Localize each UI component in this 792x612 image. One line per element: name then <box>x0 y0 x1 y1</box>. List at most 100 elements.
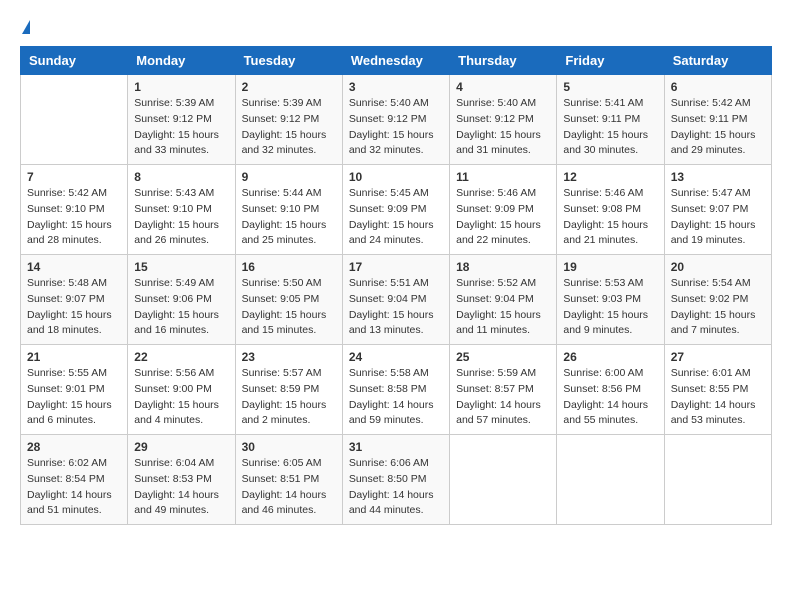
day-info: Sunrise: 5:42 AMSunset: 9:11 PMDaylight:… <box>671 96 765 159</box>
day-info: Sunrise: 5:46 AMSunset: 9:09 PMDaylight:… <box>456 186 550 249</box>
day-number: 23 <box>242 350 336 364</box>
day-number: 25 <box>456 350 550 364</box>
calendar-day-cell: 12 Sunrise: 5:46 AMSunset: 9:08 PMDayligh… <box>557 165 664 255</box>
day-info: Sunrise: 5:42 AMSunset: 9:10 PMDaylight:… <box>27 186 121 249</box>
day-info: Sunrise: 6:01 AMSunset: 8:55 PMDaylight:… <box>671 366 765 429</box>
calendar-day-cell: 27 Sunrise: 6:01 AMSunset: 8:55 PMDayligh… <box>664 345 771 435</box>
day-info: Sunrise: 6:05 AMSunset: 8:51 PMDaylight:… <box>242 456 336 519</box>
calendar-day-cell <box>664 435 771 525</box>
calendar-day-cell: 25 Sunrise: 5:59 AMSunset: 8:57 PMDayligh… <box>450 345 557 435</box>
day-info: Sunrise: 5:57 AMSunset: 8:59 PMDaylight:… <box>242 366 336 429</box>
calendar-day-cell: 19 Sunrise: 5:53 AMSunset: 9:03 PMDayligh… <box>557 255 664 345</box>
day-number: 26 <box>563 350 657 364</box>
day-info: Sunrise: 5:48 AMSunset: 9:07 PMDaylight:… <box>27 276 121 339</box>
calendar-day-cell: 3Sunrise: 5:40 AMSunset: 9:12 PMDaylight… <box>342 75 449 165</box>
calendar-day-cell: 10 Sunrise: 5:45 AMSunset: 9:09 PMDayligh… <box>342 165 449 255</box>
calendar-day-cell <box>557 435 664 525</box>
day-info: Sunrise: 5:51 AMSunset: 9:04 PMDaylight:… <box>349 276 443 339</box>
calendar-day-cell: 17 Sunrise: 5:51 AMSunset: 9:04 PMDayligh… <box>342 255 449 345</box>
calendar-day-cell: 8 Sunrise: 5:43 AMSunset: 9:10 PMDaylight… <box>128 165 235 255</box>
day-number: 1 <box>134 80 228 94</box>
calendar-day-cell: 31 Sunrise: 6:06 AMSunset: 8:50 PMDayligh… <box>342 435 449 525</box>
day-info: Sunrise: 5:50 AMSunset: 9:05 PMDaylight:… <box>242 276 336 339</box>
day-info: Sunrise: 5:45 AMSunset: 9:09 PMDaylight:… <box>349 186 443 249</box>
day-number: 14 <box>27 260 121 274</box>
logo-triangle-icon <box>22 20 30 34</box>
day-number: 27 <box>671 350 765 364</box>
calendar-body: 1 Sunrise: 5:39 AMSunset: 9:12 PMDaylight… <box>21 75 772 525</box>
day-number: 21 <box>27 350 121 364</box>
day-info: Sunrise: 5:43 AMSunset: 9:10 PMDaylight:… <box>134 186 228 249</box>
day-info: Sunrise: 5:47 AMSunset: 9:07 PMDaylight:… <box>671 186 765 249</box>
calendar-week-row: 1 Sunrise: 5:39 AMSunset: 9:12 PMDaylight… <box>21 75 772 165</box>
day-number: 8 <box>134 170 228 184</box>
calendar-day-cell <box>450 435 557 525</box>
calendar-header-cell: Thursday <box>450 47 557 75</box>
calendar-day-cell: 7 Sunrise: 5:42 AMSunset: 9:10 PMDaylight… <box>21 165 128 255</box>
day-number: 18 <box>456 260 550 274</box>
day-number: 3 <box>349 80 443 94</box>
day-info: Sunrise: 5:39 AMSunset: 9:12 PMDaylight:… <box>134 96 228 159</box>
calendar-header-cell: Tuesday <box>235 47 342 75</box>
calendar-day-cell: 5 Sunrise: 5:41 AMSunset: 9:11 PMDaylight… <box>557 75 664 165</box>
day-info: Sunrise: 5:41 AMSunset: 9:11 PMDaylight:… <box>563 96 657 159</box>
day-info: Sunrise: 5:59 AMSunset: 8:57 PMDaylight:… <box>456 366 550 429</box>
calendar-day-cell: 6 Sunrise: 5:42 AMSunset: 9:11 PMDaylight… <box>664 75 771 165</box>
day-number: 7 <box>27 170 121 184</box>
calendar-day-cell: 16 Sunrise: 5:50 AMSunset: 9:05 PMDayligh… <box>235 255 342 345</box>
calendar-day-cell: 23 Sunrise: 5:57 AMSunset: 8:59 PMDayligh… <box>235 345 342 435</box>
day-info: Sunrise: 5:55 AMSunset: 9:01 PMDaylight:… <box>27 366 121 429</box>
calendar-header-cell: Monday <box>128 47 235 75</box>
day-number: 6 <box>671 80 765 94</box>
day-number: 20 <box>671 260 765 274</box>
calendar-day-cell: 13 Sunrise: 5:47 AMSunset: 9:07 PMDayligh… <box>664 165 771 255</box>
day-number: 24 <box>349 350 443 364</box>
day-number: 10 <box>349 170 443 184</box>
calendar-week-row: 7 Sunrise: 5:42 AMSunset: 9:10 PMDaylight… <box>21 165 772 255</box>
day-info: Sunrise: 5:39 AMSunset: 9:12 PMDaylight:… <box>242 96 336 159</box>
calendar-day-cell: 9 Sunrise: 5:44 AMSunset: 9:10 PMDaylight… <box>235 165 342 255</box>
day-info: Sunrise: 5:46 AMSunset: 9:08 PMDaylight:… <box>563 186 657 249</box>
day-info: Sunrise: 5:53 AMSunset: 9:03 PMDaylight:… <box>563 276 657 339</box>
calendar-day-cell: 29 Sunrise: 6:04 AMSunset: 8:53 PMDayligh… <box>128 435 235 525</box>
day-number: 4 <box>456 80 550 94</box>
calendar-header-cell: Saturday <box>664 47 771 75</box>
calendar-header-cell: Wednesday <box>342 47 449 75</box>
calendar-day-cell: 15Sunrise: 5:49 AMSunset: 9:06 PMDayligh… <box>128 255 235 345</box>
day-number: 2 <box>242 80 336 94</box>
day-number: 12 <box>563 170 657 184</box>
calendar-day-cell: 1 Sunrise: 5:39 AMSunset: 9:12 PMDaylight… <box>128 75 235 165</box>
calendar-week-row: 14 Sunrise: 5:48 AMSunset: 9:07 PMDayligh… <box>21 255 772 345</box>
calendar-header-row: SundayMondayTuesdayWednesdayThursdayFrid… <box>21 47 772 75</box>
day-number: 31 <box>349 440 443 454</box>
calendar-header-cell: Friday <box>557 47 664 75</box>
calendar-day-cell: 22Sunrise: 5:56 AMSunset: 9:00 PMDayligh… <box>128 345 235 435</box>
day-number: 5 <box>563 80 657 94</box>
logo <box>20 20 30 36</box>
calendar-day-cell: 14 Sunrise: 5:48 AMSunset: 9:07 PMDayligh… <box>21 255 128 345</box>
day-info: Sunrise: 6:04 AMSunset: 8:53 PMDaylight:… <box>134 456 228 519</box>
day-number: 29 <box>134 440 228 454</box>
day-number: 17 <box>349 260 443 274</box>
day-info: Sunrise: 6:06 AMSunset: 8:50 PMDaylight:… <box>349 456 443 519</box>
calendar-day-cell: 24 Sunrise: 5:58 AMSunset: 8:58 PMDayligh… <box>342 345 449 435</box>
calendar-header-cell: Sunday <box>21 47 128 75</box>
calendar-day-cell: 20 Sunrise: 5:54 AMSunset: 9:02 PMDayligh… <box>664 255 771 345</box>
day-number: 22 <box>134 350 228 364</box>
calendar-day-cell: 28 Sunrise: 6:02 AMSunset: 8:54 PMDayligh… <box>21 435 128 525</box>
day-number: 28 <box>27 440 121 454</box>
day-info: Sunrise: 5:40 AMSunset: 9:12 PMDaylight:… <box>456 96 550 159</box>
day-info: Sunrise: 6:02 AMSunset: 8:54 PMDaylight:… <box>27 456 121 519</box>
day-number: 9 <box>242 170 336 184</box>
day-info: Sunrise: 5:58 AMSunset: 8:58 PMDaylight:… <box>349 366 443 429</box>
calendar-week-row: 21 Sunrise: 5:55 AMSunset: 9:01 PMDayligh… <box>21 345 772 435</box>
day-number: 13 <box>671 170 765 184</box>
day-info: Sunrise: 5:44 AMSunset: 9:10 PMDaylight:… <box>242 186 336 249</box>
calendar-day-cell: 21 Sunrise: 5:55 AMSunset: 9:01 PMDayligh… <box>21 345 128 435</box>
calendar-day-cell: 4 Sunrise: 5:40 AMSunset: 9:12 PMDaylight… <box>450 75 557 165</box>
day-number: 19 <box>563 260 657 274</box>
day-info: Sunrise: 5:54 AMSunset: 9:02 PMDaylight:… <box>671 276 765 339</box>
day-number: 16 <box>242 260 336 274</box>
calendar-day-cell: 30Sunrise: 6:05 AMSunset: 8:51 PMDayligh… <box>235 435 342 525</box>
calendar-table: SundayMondayTuesdayWednesdayThursdayFrid… <box>20 46 772 525</box>
